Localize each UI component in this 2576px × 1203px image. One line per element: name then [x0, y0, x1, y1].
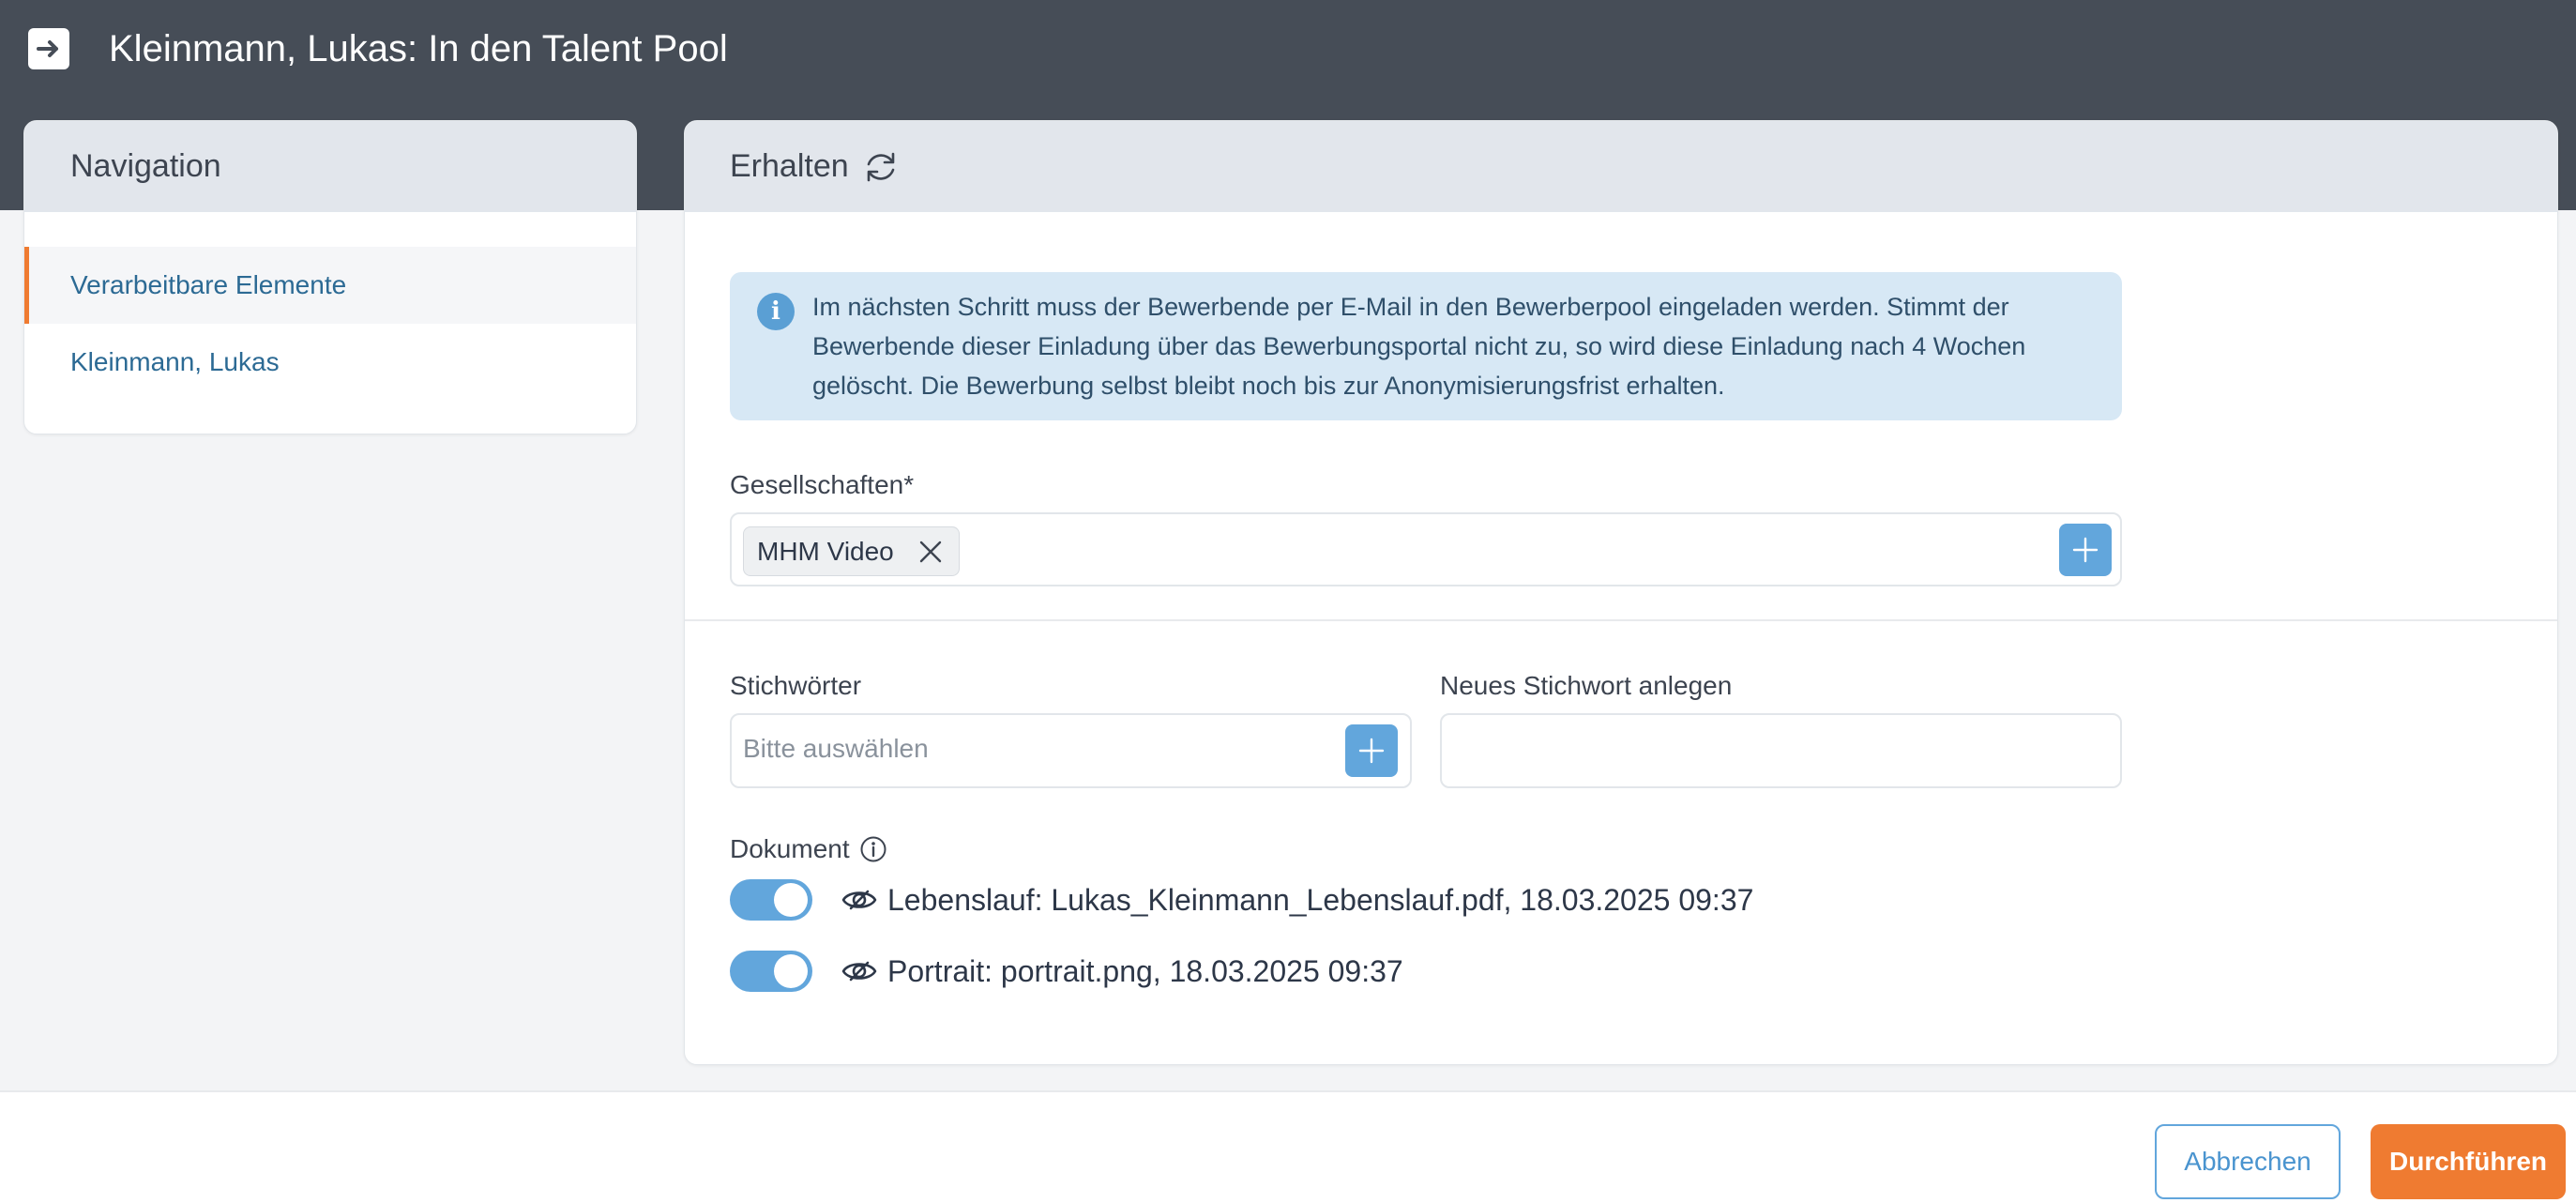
document-toggle-portrait[interactable]: [730, 951, 812, 992]
nav-item-kleinmann-lukas[interactable]: Kleinmann, Lukas: [24, 324, 636, 401]
document-row: Lebenslauf: Lukas_Kleinmann_Lebenslauf.p…: [730, 879, 1753, 921]
company-chip-label: MHM Video: [757, 536, 894, 566]
document-toggle-lebenslauf[interactable]: [730, 879, 812, 921]
footer-bar: Abbrechen Durchführen: [0, 1090, 2576, 1203]
eye-icon[interactable]: [841, 952, 878, 990]
document-text: Lebenslauf: Lukas_Kleinmann_Lebenslauf.p…: [887, 882, 1754, 917]
info-message: i Im nächsten Schritt muss der Bewerbend…: [730, 272, 2122, 420]
plus-icon: [2072, 537, 2099, 563]
navigation-list: Verarbeitbare Elemente Kleinmann, Lukas: [24, 212, 636, 401]
add-keyword-button[interactable]: [1345, 724, 1398, 777]
main-panel-header: Erhalten: [685, 121, 2557, 212]
cancel-button[interactable]: Abbrechen: [2155, 1124, 2341, 1199]
documents-label: Dokument: [730, 834, 850, 863]
close-icon[interactable]: [917, 539, 944, 565]
new-keyword-label: Neues Stichwort anlegen: [1440, 671, 1733, 700]
arrow-right-icon: [37, 40, 58, 57]
info-text: Im nächsten Schritt muss der Bewerbende …: [812, 293, 2026, 400]
main-panel-title: Erhalten: [730, 148, 849, 184]
documents-label-row: Dokument: [730, 834, 887, 864]
keywords-select[interactable]: Bitte auswählen: [730, 713, 1412, 788]
info-outline-icon[interactable]: [859, 835, 887, 863]
section-divider: [685, 619, 2557, 621]
navigation-title: Navigation: [24, 121, 636, 212]
info-icon: i: [757, 293, 795, 330]
navigation-panel: Navigation Verarbeitbare Elemente Kleinm…: [23, 120, 637, 434]
exit-button[interactable]: [28, 28, 69, 69]
reload-icon[interactable]: [862, 148, 900, 186]
company-chip: MHM Video: [743, 526, 960, 576]
keywords-label: Stichwörter: [730, 671, 862, 700]
companies-select[interactable]: MHM Video: [730, 512, 2122, 586]
new-keyword-input[interactable]: [1440, 713, 2122, 788]
companies-label: Gesellschaften*: [730, 470, 915, 499]
add-company-button[interactable]: [2059, 524, 2112, 576]
plus-icon: [1358, 738, 1385, 764]
keywords-placeholder: Bitte auswählen: [743, 734, 929, 763]
submit-button[interactable]: Durchführen: [2371, 1124, 2566, 1199]
nav-item-verarbeitbare-elemente[interactable]: Verarbeitbare Elemente: [24, 247, 636, 324]
document-row: Portrait: portrait.png, 18.03.2025 09:37: [730, 951, 1403, 992]
page-title: Kleinmann, Lukas: In den Talent Pool: [109, 28, 728, 69]
eye-icon[interactable]: [841, 881, 878, 919]
main-panel: Erhalten i Im nächsten Schritt muss der …: [684, 120, 2558, 1065]
document-text: Portrait: portrait.png, 18.03.2025 09:37: [887, 953, 1403, 988]
